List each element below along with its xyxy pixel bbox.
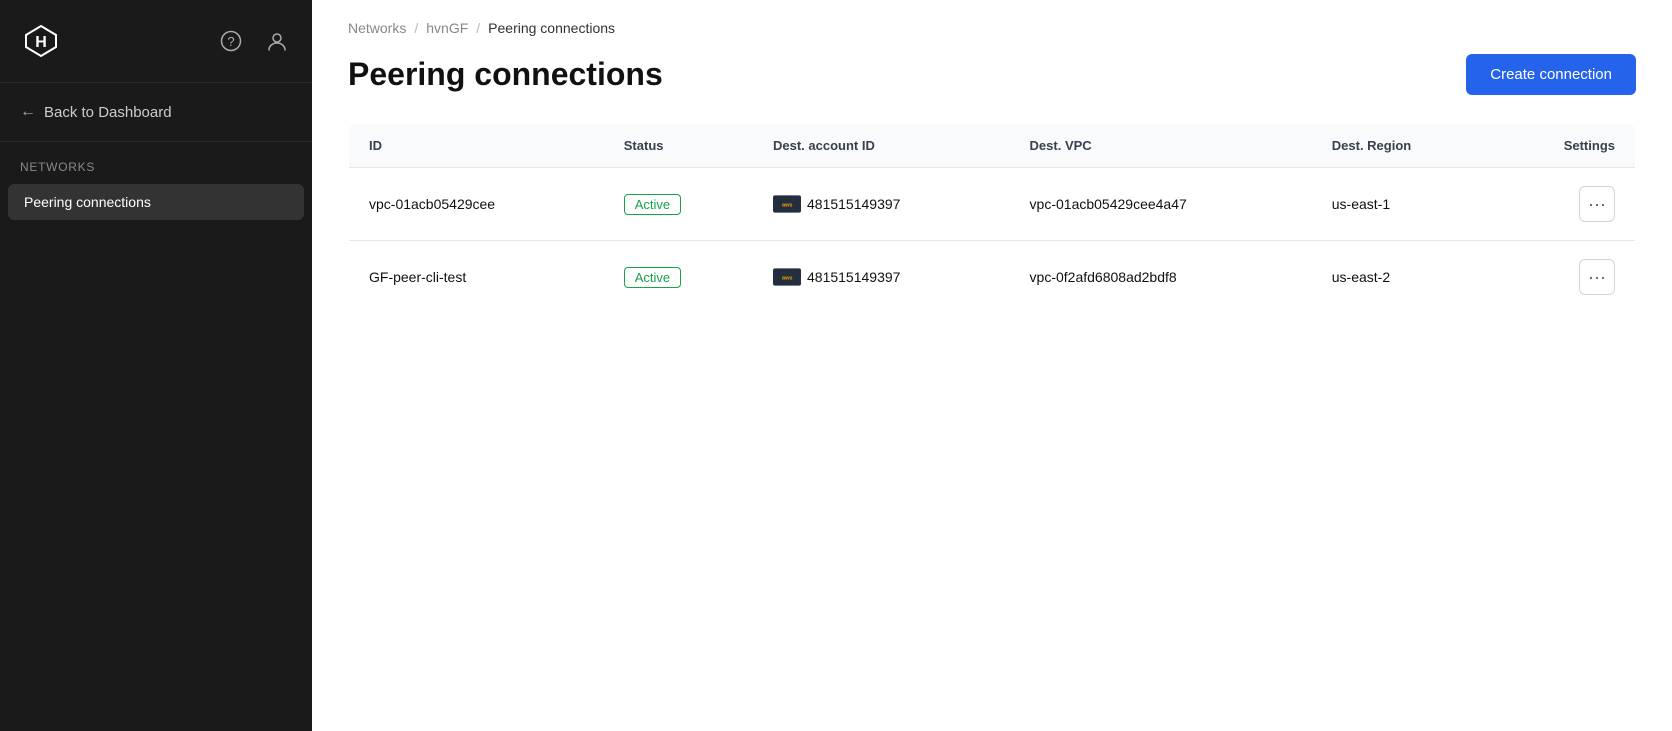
page-title: Peering connections xyxy=(348,56,663,93)
user-button[interactable] xyxy=(262,26,292,56)
row-1-dest-account-id: aws 481515149397 xyxy=(753,168,1010,241)
svg-text:aws: aws xyxy=(782,203,793,209)
row-1-id: vpc-01acb05429cee xyxy=(349,168,604,241)
sidebar-section-networks: Networks xyxy=(0,142,312,182)
aws-logo: aws 481515149397 xyxy=(773,195,900,213)
table-row: GF-peer-cli-test Active aws 481515149397 xyxy=(349,241,1636,314)
row-2-dest-vpc: vpc-0f2afd6808ad2bdf8 xyxy=(1010,241,1312,314)
table-header: ID Status Dest. account ID Dest. VPC Des… xyxy=(349,124,1636,168)
svg-text:aws: aws xyxy=(782,276,793,282)
row-2-settings-cell: ··· xyxy=(1495,241,1636,314)
user-icon xyxy=(266,30,288,52)
breadcrumb-networks[interactable]: Networks xyxy=(348,20,406,36)
ellipsis-icon: ··· xyxy=(1588,194,1606,215)
row-2-account-id-value: 481515149397 xyxy=(807,269,900,285)
peering-connections-table: ID Status Dest. account ID Dest. VPC Des… xyxy=(348,123,1636,314)
hashicorp-logo: H xyxy=(20,20,62,62)
sidebar-item-label: Peering connections xyxy=(24,194,151,210)
col-dest-region: Dest. Region xyxy=(1312,124,1495,168)
breadcrumb: Networks / hvnGF / Peering connections xyxy=(312,0,1672,36)
row-2-dest-account-id: aws 481515149397 xyxy=(753,241,1010,314)
row-1-account-id-value: 481515149397 xyxy=(807,196,900,212)
breadcrumb-sep-2: / xyxy=(476,20,480,36)
aws-icon: aws xyxy=(773,268,801,286)
col-dest-vpc: Dest. VPC xyxy=(1010,124,1312,168)
breadcrumb-sep-1: / xyxy=(414,20,418,36)
page-header: Peering connections Create connection xyxy=(312,36,1672,123)
main-content: Networks / hvnGF / Peering connections P… xyxy=(312,0,1672,731)
col-settings: Settings xyxy=(1495,124,1636,168)
svg-text:?: ? xyxy=(227,34,234,49)
help-icon: ? xyxy=(220,30,242,52)
row-1-dest-region: us-east-1 xyxy=(1312,168,1495,241)
row-2-settings-button[interactable]: ··· xyxy=(1579,259,1615,295)
ellipsis-icon: ··· xyxy=(1588,267,1606,288)
svg-text:H: H xyxy=(35,34,47,51)
status-badge: Active xyxy=(624,194,681,215)
sidebar-item-peering-connections[interactable]: Peering connections xyxy=(8,184,304,220)
status-badge: Active xyxy=(624,267,681,288)
back-to-dashboard-link[interactable]: ← Back to Dashboard xyxy=(0,83,312,142)
table-row: vpc-01acb05429cee Active aws 48151514939… xyxy=(349,168,1636,241)
col-id: ID xyxy=(349,124,604,168)
create-connection-button[interactable]: Create connection xyxy=(1466,54,1636,95)
row-2-status: Active xyxy=(604,241,753,314)
sidebar-icon-group: ? xyxy=(216,26,292,56)
row-2-dest-region: us-east-2 xyxy=(1312,241,1495,314)
sidebar: H ? ← Back to Dashboard Networks Peering… xyxy=(0,0,312,731)
back-to-dashboard-label: Back to Dashboard xyxy=(44,104,172,121)
breadcrumb-hvngf[interactable]: hvnGF xyxy=(426,20,468,36)
table-body: vpc-01acb05429cee Active aws 48151514939… xyxy=(349,168,1636,314)
peering-connections-table-container: ID Status Dest. account ID Dest. VPC Des… xyxy=(312,123,1672,314)
help-button[interactable]: ? xyxy=(216,26,246,56)
aws-logo: aws 481515149397 xyxy=(773,268,900,286)
row-1-settings-cell: ··· xyxy=(1495,168,1636,241)
aws-icon: aws xyxy=(773,195,801,213)
col-dest-account-id: Dest. account ID xyxy=(753,124,1010,168)
sidebar-header: H ? xyxy=(0,0,312,83)
row-1-settings-button[interactable]: ··· xyxy=(1579,186,1615,222)
row-1-dest-vpc: vpc-01acb05429cee4a47 xyxy=(1010,168,1312,241)
breadcrumb-peering-connections: Peering connections xyxy=(488,20,615,36)
row-2-id: GF-peer-cli-test xyxy=(349,241,604,314)
col-status: Status xyxy=(604,124,753,168)
back-arrow-icon: ← xyxy=(20,103,36,121)
row-1-status: Active xyxy=(604,168,753,241)
